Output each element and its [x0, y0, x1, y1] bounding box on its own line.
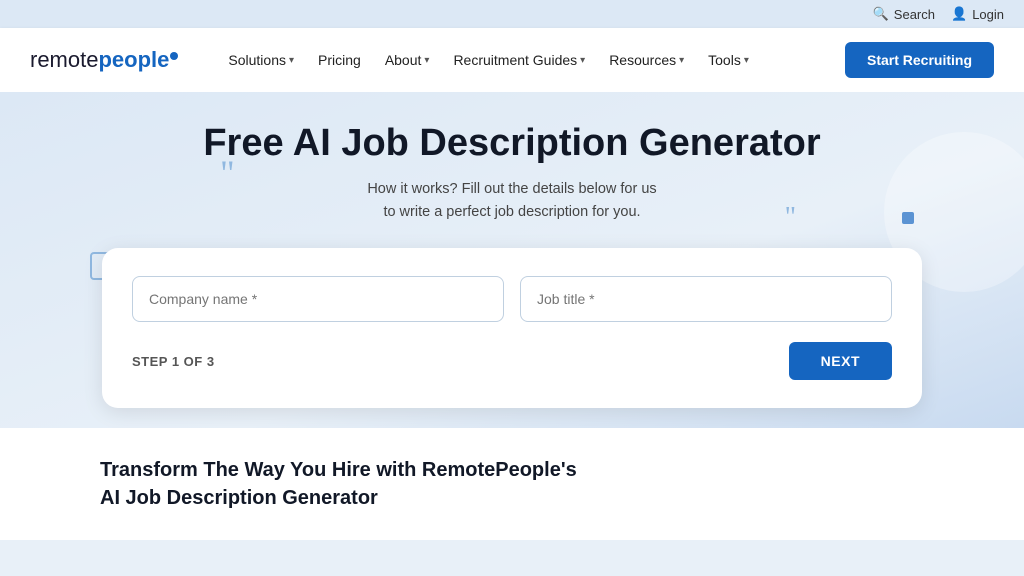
bottom-section: Transform The Way You Hire with RemotePe… — [0, 428, 1024, 540]
nav-solutions[interactable]: Solutions ▾ — [218, 44, 304, 76]
login-label: Login — [972, 7, 1004, 22]
chevron-down-icon: ▾ — [679, 55, 684, 66]
nav-tools[interactable]: Tools ▾ — [698, 44, 759, 76]
company-name-input[interactable] — [132, 276, 504, 322]
chevron-down-icon: ▾ — [289, 55, 294, 66]
navbar: remotepeople Solutions ▾ Pricing About ▾… — [0, 28, 1024, 92]
logo[interactable]: remotepeople — [30, 47, 178, 73]
login-top-bar-item[interactable]: 👤 Login — [951, 6, 1004, 22]
top-bar: 🔍 Search 👤 Login — [0, 0, 1024, 28]
nav-links: Solutions ▾ Pricing About ▾ Recruitment … — [218, 44, 845, 76]
next-button[interactable]: NEXT — [789, 342, 892, 380]
chevron-down-icon: ▾ — [424, 55, 429, 66]
hero-subtitle: How it works? Fill out the details below… — [20, 178, 1004, 224]
form-row — [132, 276, 892, 322]
nav-about[interactable]: About ▾ — [375, 44, 440, 76]
logo-dot — [170, 52, 178, 60]
nav-pricing[interactable]: Pricing — [308, 44, 371, 76]
search-label: Search — [894, 7, 935, 22]
nav-recruitment-guides[interactable]: Recruitment Guides ▾ — [443, 44, 595, 76]
hero-section: " " Free AI Job Description Generator Ho… — [0, 92, 1024, 428]
step-label: STEP 1 OF 3 — [132, 354, 215, 369]
logo-people-text: people — [98, 47, 169, 73]
user-icon: 👤 — [951, 6, 967, 22]
nav-resources[interactable]: Resources ▾ — [599, 44, 694, 76]
logo-remote-text: remote — [30, 47, 98, 73]
bottom-title: Transform The Way You Hire with RemotePe… — [100, 456, 600, 512]
chevron-down-icon: ▾ — [580, 55, 585, 66]
start-recruiting-button[interactable]: Start Recruiting — [845, 42, 994, 78]
search-icon: 🔍 — [873, 6, 889, 22]
chevron-down-icon: ▾ — [744, 55, 749, 66]
form-footer: STEP 1 OF 3 NEXT — [132, 342, 892, 380]
form-card: STEP 1 OF 3 NEXT — [102, 248, 922, 408]
hero-title: Free AI Job Description Generator — [20, 122, 1004, 166]
search-top-bar-item[interactable]: 🔍 Search — [873, 6, 935, 22]
job-title-input[interactable] — [520, 276, 892, 322]
